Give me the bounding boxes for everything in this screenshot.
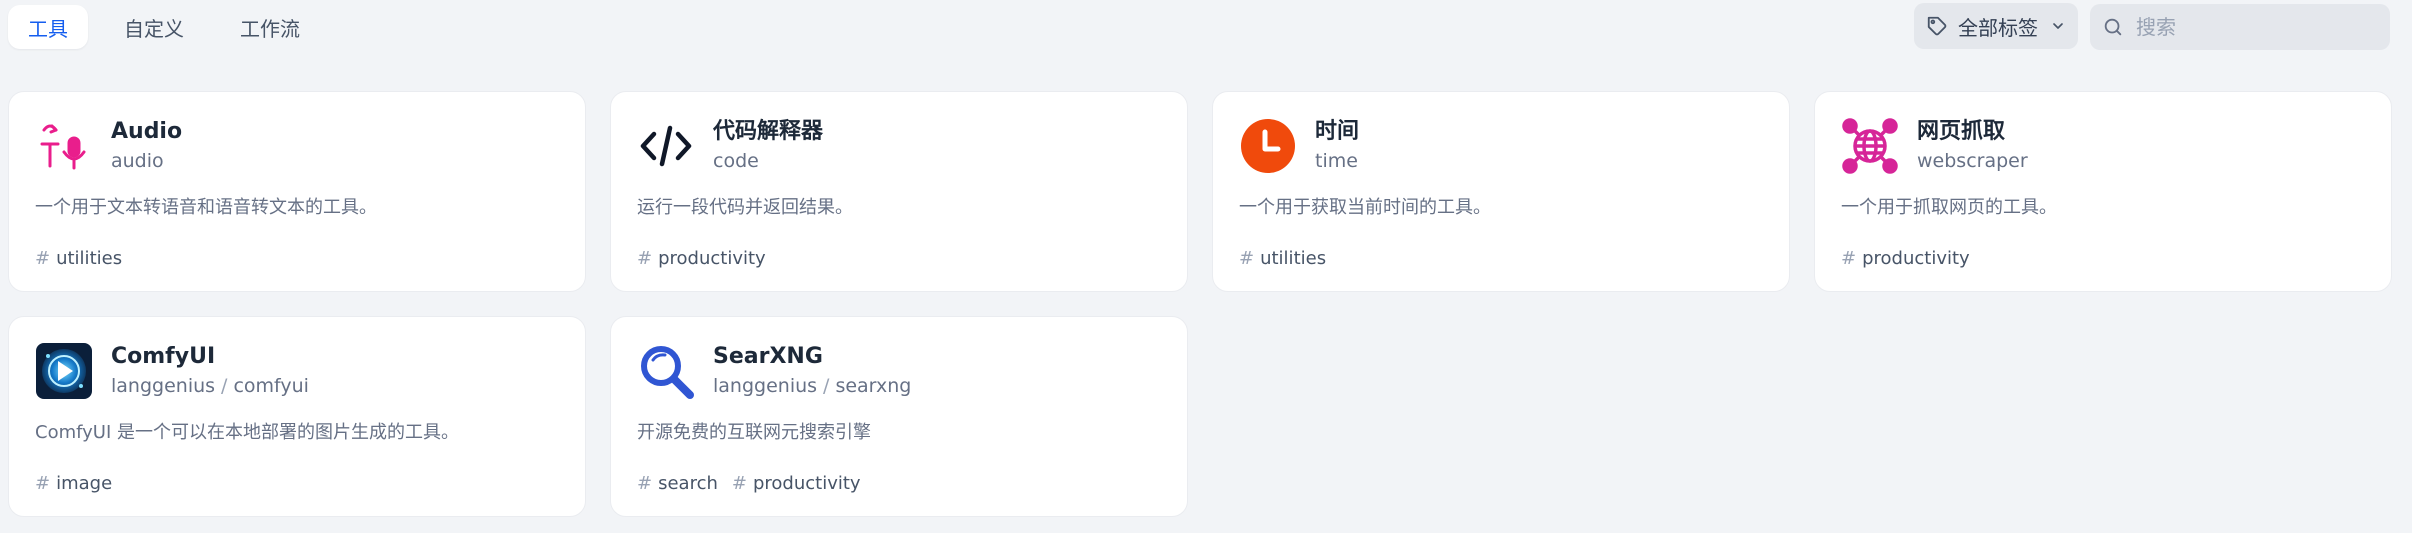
card-title: SearXNG <box>713 344 823 369</box>
tag-filter-dropdown[interactable]: 全部标签 <box>1914 3 2078 49</box>
card-tags: # productivity <box>1841 248 1970 269</box>
card-tags: # utilities <box>1239 248 1326 269</box>
card-title: Audio <box>111 119 183 144</box>
card-description: 开源免费的互联网元搜索引擎 <box>637 422 871 443</box>
card-org-id: langgenius / comfyui <box>111 375 309 397</box>
tool-card-comfyui[interactable]: ComfyUI langgenius / comfyui ComfyUI 是一个可以… <box>8 316 586 517</box>
globe-network-icon <box>1841 117 1899 175</box>
tag-filter-label: 全部标签 <box>1958 15 2038 40</box>
tag-chip: # image <box>35 473 113 494</box>
card-id: audio <box>111 150 164 172</box>
tab-custom[interactable]: 自定义 <box>104 5 204 49</box>
search-box[interactable] <box>2090 4 2390 50</box>
tag-chip: # search <box>637 473 718 494</box>
tag-chip: # utilities <box>1239 248 1327 269</box>
search-input[interactable] <box>2134 14 2374 40</box>
tool-card-webscraper[interactable]: 网页抓取 webscraper 一个用于抓取网页的工具。 # productivi… <box>1814 91 2392 292</box>
card-id: code <box>713 150 759 172</box>
card-description: 一个用于获取当前时间的工具。 <box>1239 197 1491 218</box>
tab-tools[interactable]: 工具 <box>8 5 88 49</box>
card-description: 运行一段代码并返回结果。 <box>637 197 853 218</box>
tool-grid: Audio audio 一个用于文本转语音和语音转文本的工具。 # utiliti… <box>8 91 2404 517</box>
card-title: 网页抓取 <box>1917 119 2006 144</box>
category-tabs: 工具 自定义 工作流 <box>8 5 320 49</box>
card-tags: # utilities <box>35 248 122 269</box>
card-description: 一个用于文本转语音和语音转文本的工具。 <box>35 197 377 218</box>
tag-chip: # productivity <box>1841 248 1970 269</box>
microphone-speech-icon <box>35 117 93 175</box>
tool-card-time[interactable]: 时间 time 一个用于获取当前时间的工具。 # utilities <box>1212 91 1790 292</box>
magnifier-icon <box>637 342 695 400</box>
chevron-down-icon <box>2053 23 2063 29</box>
tag-icon <box>1927 16 1947 36</box>
tag-chip: # productivity <box>731 473 861 494</box>
clock-icon <box>1239 117 1297 175</box>
code-brackets-icon <box>637 117 695 175</box>
tool-card-searxng[interactable]: SearXNG langgenius / searxng 开源免费的互联网元搜索引擎… <box>610 316 1188 517</box>
card-org-id: langgenius / searxng <box>713 375 912 397</box>
card-title: ComfyUI <box>111 344 216 369</box>
tab-workflow[interactable]: 工作流 <box>220 5 320 49</box>
tag-chip: # utilities <box>35 248 123 269</box>
top-bar: 工具 自定义 工作流 全部标签 <box>0 0 2412 54</box>
tool-card-audio[interactable]: Audio audio 一个用于文本转语音和语音转文本的工具。 # utiliti… <box>8 91 586 292</box>
card-id: webscraper <box>1917 150 2028 172</box>
tool-card-code[interactable]: 代码解释器 code 运行一段代码并返回结果。 # productivity <box>610 91 1188 292</box>
card-description: 一个用于抓取网页的工具。 <box>1841 197 2057 218</box>
card-title: 代码解释器 <box>713 119 824 144</box>
tag-chip: # productivity <box>637 248 766 269</box>
card-id: time <box>1315 150 1358 172</box>
card-tags: # productivity <box>637 248 766 269</box>
card-tags: # image <box>35 473 112 494</box>
card-tags: # search # productivity <box>637 473 861 494</box>
search-icon <box>2104 18 2122 36</box>
comfyui-logo-icon <box>35 342 93 400</box>
card-description: ComfyUI 是一个可以在本地部署的图片生成的工具。 <box>35 422 459 443</box>
card-title: 时间 <box>1315 119 1360 144</box>
